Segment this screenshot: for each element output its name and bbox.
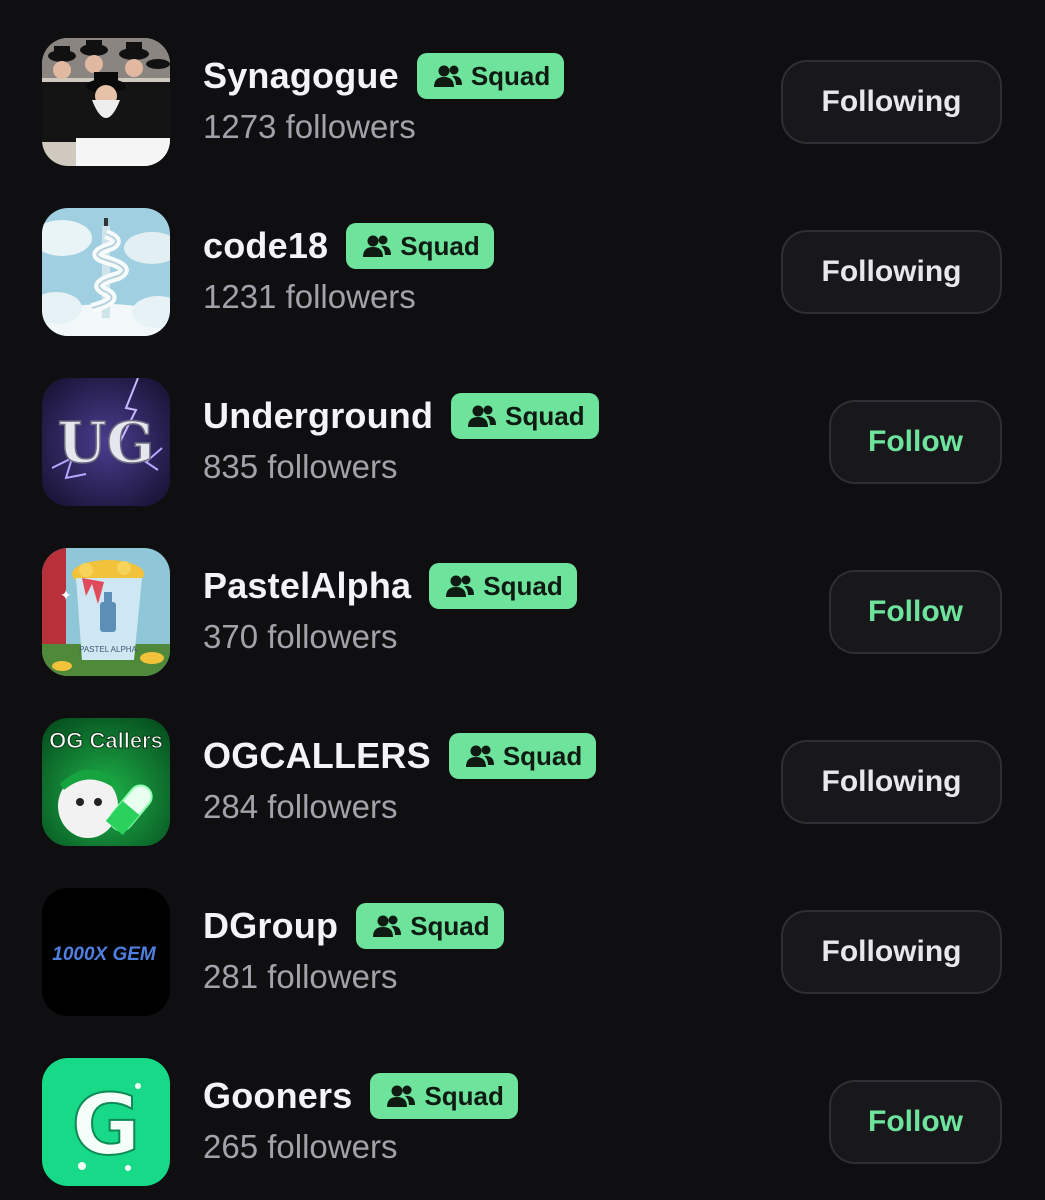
follower-count: 265 followers bbox=[203, 1128, 398, 1165]
follower-count: 284 followers bbox=[203, 788, 398, 825]
name-line: OGCALLERS Squad bbox=[203, 732, 597, 780]
ug-lightning-avatar[interactable]: UG bbox=[42, 378, 170, 506]
avatar-text: OG Callers bbox=[49, 728, 163, 753]
squad-list: Synagogue Squad 1273 followers Following bbox=[0, 0, 1045, 1200]
users-icon bbox=[468, 405, 497, 427]
name-line: code18 Squad bbox=[203, 222, 494, 270]
follower-count: 1273 followers bbox=[203, 108, 416, 145]
squad-name: OGCALLERS bbox=[203, 735, 431, 776]
avatar-text: PASTEL ALPHA bbox=[79, 645, 137, 654]
badge-label: Squad bbox=[483, 570, 563, 601]
og-callers-pill-avatar[interactable]: OG Callers bbox=[42, 718, 170, 846]
squad-badge: Squad bbox=[429, 563, 577, 609]
badge-label: Squad bbox=[424, 1080, 504, 1111]
gooners-g-avatar[interactable]: G bbox=[42, 1058, 170, 1186]
list-item[interactable]: UG Underground Squad 835 followers Follo… bbox=[0, 340, 1045, 510]
users-icon bbox=[373, 915, 402, 937]
squad-badge: Squad bbox=[356, 903, 504, 949]
squad-name: DGroup bbox=[203, 905, 339, 946]
following-button[interactable]: Following bbox=[781, 60, 1002, 144]
following-button[interactable]: Following bbox=[781, 910, 1002, 994]
badge-label: Squad bbox=[400, 230, 480, 261]
badge-label: Squad bbox=[505, 400, 585, 431]
squad-name: Gooners bbox=[203, 1075, 353, 1116]
follower-count: 835 followers bbox=[203, 448, 398, 485]
follow-button[interactable]: Follow bbox=[829, 570, 1002, 654]
squad-badge: Squad bbox=[346, 223, 494, 269]
following-button[interactable]: Following bbox=[781, 740, 1002, 824]
list-item[interactable]: G Gooners Squad 265 followers Follow bbox=[0, 1020, 1045, 1190]
list-item[interactable]: Synagogue Squad 1273 followers Following bbox=[0, 0, 1045, 170]
squad-name: Synagogue bbox=[203, 55, 399, 96]
badge-label: Squad bbox=[410, 910, 490, 941]
group-photo-avatar[interactable] bbox=[42, 38, 170, 166]
badge-label: Squad bbox=[502, 740, 583, 771]
list-item[interactable]: PASTEL ALPHA ✦ PastelAlpha Squad 370 fol… bbox=[0, 510, 1045, 680]
avatar-text: UG bbox=[58, 410, 155, 476]
users-icon bbox=[465, 745, 494, 767]
pastel-alpha-bag-avatar[interactable]: PASTEL ALPHA ✦ bbox=[42, 548, 170, 676]
1000x-gem-avatar[interactable]: 1000X GEM bbox=[42, 888, 170, 1016]
users-icon bbox=[387, 1085, 416, 1107]
list-item[interactable]: code18 Squad 1231 followers Following bbox=[0, 170, 1045, 340]
follower-count: 370 followers bbox=[203, 618, 398, 655]
users-icon bbox=[433, 65, 462, 87]
list-item[interactable]: OG Callers OGCALLERS Squad 284 followers… bbox=[0, 680, 1045, 850]
follower-count: 281 followers bbox=[203, 958, 398, 995]
name-line: Synagogue Squad bbox=[203, 52, 565, 100]
users-icon bbox=[363, 235, 392, 257]
name-line: PastelAlpha Squad bbox=[203, 562, 577, 610]
squad-badge: Squad bbox=[416, 53, 565, 99]
follow-button[interactable]: Follow bbox=[829, 1080, 1002, 1164]
following-button[interactable]: Following bbox=[781, 230, 1002, 314]
squad-badge: Squad bbox=[370, 1073, 518, 1119]
name-line: DGroup Squad bbox=[203, 902, 504, 950]
list-item[interactable]: 1000X GEM DGroup Squad 281 followers Fol… bbox=[0, 850, 1045, 1020]
squad-badge: Squad bbox=[451, 393, 599, 439]
squad-name: code18 bbox=[203, 225, 329, 266]
spiral-staircase-clouds-avatar[interactable] bbox=[42, 208, 170, 336]
badge-label: Squad bbox=[470, 60, 551, 91]
follow-button[interactable]: Follow bbox=[829, 400, 1002, 484]
svg-text:✦: ✦ bbox=[60, 587, 72, 603]
name-line: Underground Squad bbox=[203, 392, 599, 440]
squad-name: PastelAlpha bbox=[203, 565, 412, 606]
follower-count: 1231 followers bbox=[203, 278, 416, 315]
avatar-text: G bbox=[72, 1076, 141, 1174]
name-line: Gooners Squad bbox=[203, 1072, 518, 1120]
avatar-text: 1000X GEM bbox=[52, 944, 157, 965]
squad-name: Underground bbox=[203, 395, 434, 436]
squad-badge: Squad bbox=[448, 733, 597, 779]
users-icon bbox=[446, 575, 475, 597]
